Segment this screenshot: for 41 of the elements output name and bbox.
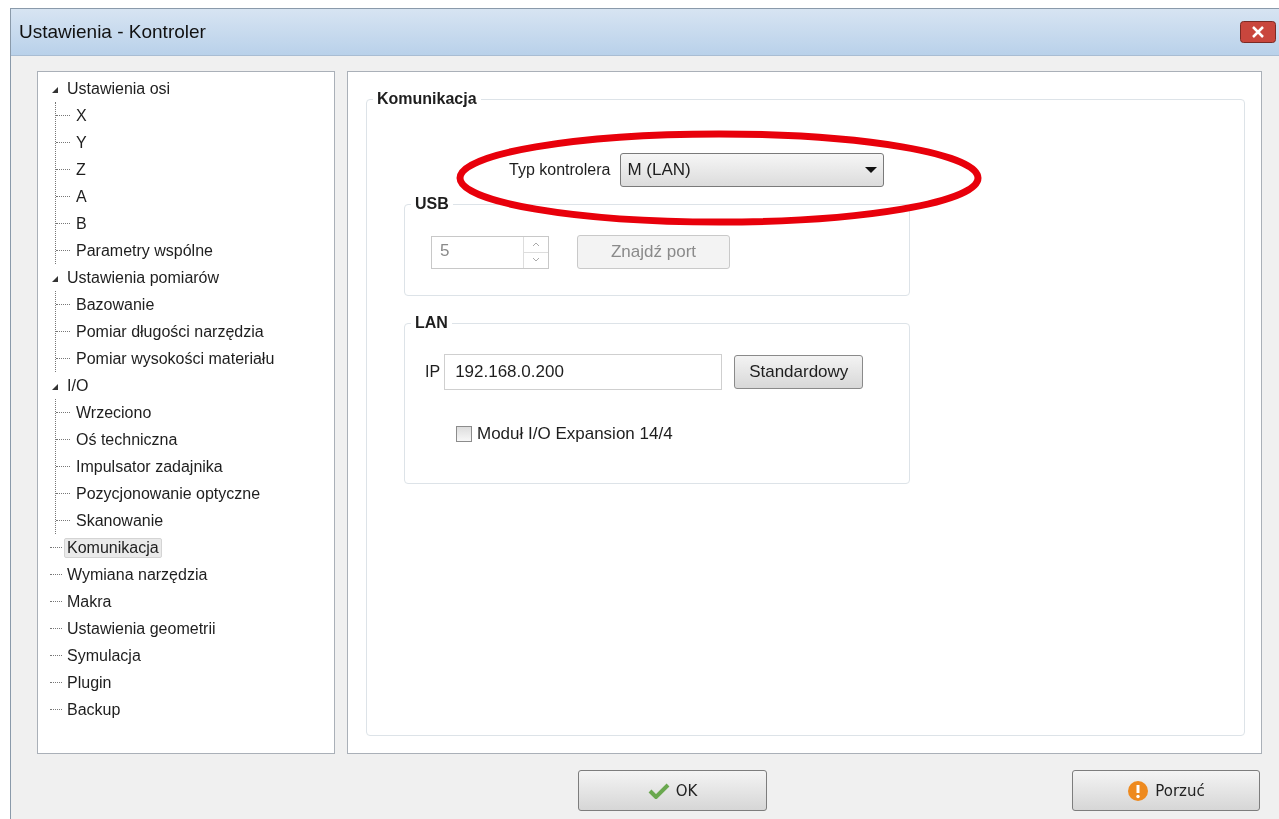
warning-icon: [1127, 779, 1150, 802]
tree-item[interactable]: Pomiar wysokości materiału: [73, 348, 278, 369]
tree-item[interactable]: Plugin: [64, 672, 115, 693]
tree-item[interactable]: Impulsator zadajnika: [73, 456, 226, 477]
tree-item[interactable]: X: [73, 105, 90, 126]
checkbox-label: Moduł I/O Expansion 14/4: [477, 424, 673, 444]
tree-item[interactable]: Pozycjonowanie optyczne: [73, 483, 264, 504]
tree-item[interactable]: Symulacja: [64, 645, 144, 666]
tree-item[interactable]: Backup: [64, 699, 124, 720]
close-icon[interactable]: [1240, 21, 1276, 43]
tree-item[interactable]: Komunikacja: [64, 537, 162, 558]
tree-item[interactable]: Pomiar długości narzędzia: [73, 321, 267, 342]
group-title: LAN: [414, 314, 449, 332]
group-title: Komunikacja: [376, 90, 478, 108]
field-label: IP: [425, 363, 441, 381]
tree-item[interactable]: B: [73, 213, 90, 234]
checkbox[interactable]: [456, 426, 472, 442]
caret-icon: [865, 166, 878, 174]
tree-item[interactable]: Skanowanie: [73, 510, 167, 531]
tree-item[interactable]: Makra: [64, 591, 115, 612]
tree-item[interactable]: I/O: [64, 375, 92, 396]
tree-item[interactable]: Ustawienia osi: [64, 78, 174, 99]
window-title: Ustawienia - Kontroler: [19, 21, 206, 43]
tree-item[interactable]: Oś techniczna: [73, 429, 181, 450]
group-title: USB: [414, 195, 450, 213]
tree-item[interactable]: Wymiana narzędzia: [64, 564, 211, 585]
tree-item[interactable]: Parametry wspólne: [73, 240, 216, 261]
tree-item[interactable]: Bazowanie: [73, 294, 158, 315]
tree-item[interactable]: Ustawienia geometrii: [64, 618, 219, 639]
cancel-button[interactable]: Porzuć: [1072, 770, 1260, 811]
ok-button[interactable]: OK: [578, 770, 767, 811]
tree-item[interactable]: Wrzeciono: [73, 402, 155, 423]
controller-type-dropdown[interactable]: M (LAN): [620, 153, 885, 187]
field-label: Typ kontrolera: [509, 161, 611, 179]
tree-item[interactable]: A: [73, 186, 90, 207]
checkmark-icon: [647, 782, 670, 799]
default-button[interactable]: Standardowy: [734, 355, 864, 389]
tree-item[interactable]: Y: [73, 132, 90, 153]
tree-item[interactable]: Z: [73, 159, 89, 180]
ip-input-field[interactable]: 192.168.0.200: [444, 354, 723, 390]
tree-item[interactable]: Ustawienia pomiarów: [64, 267, 223, 288]
